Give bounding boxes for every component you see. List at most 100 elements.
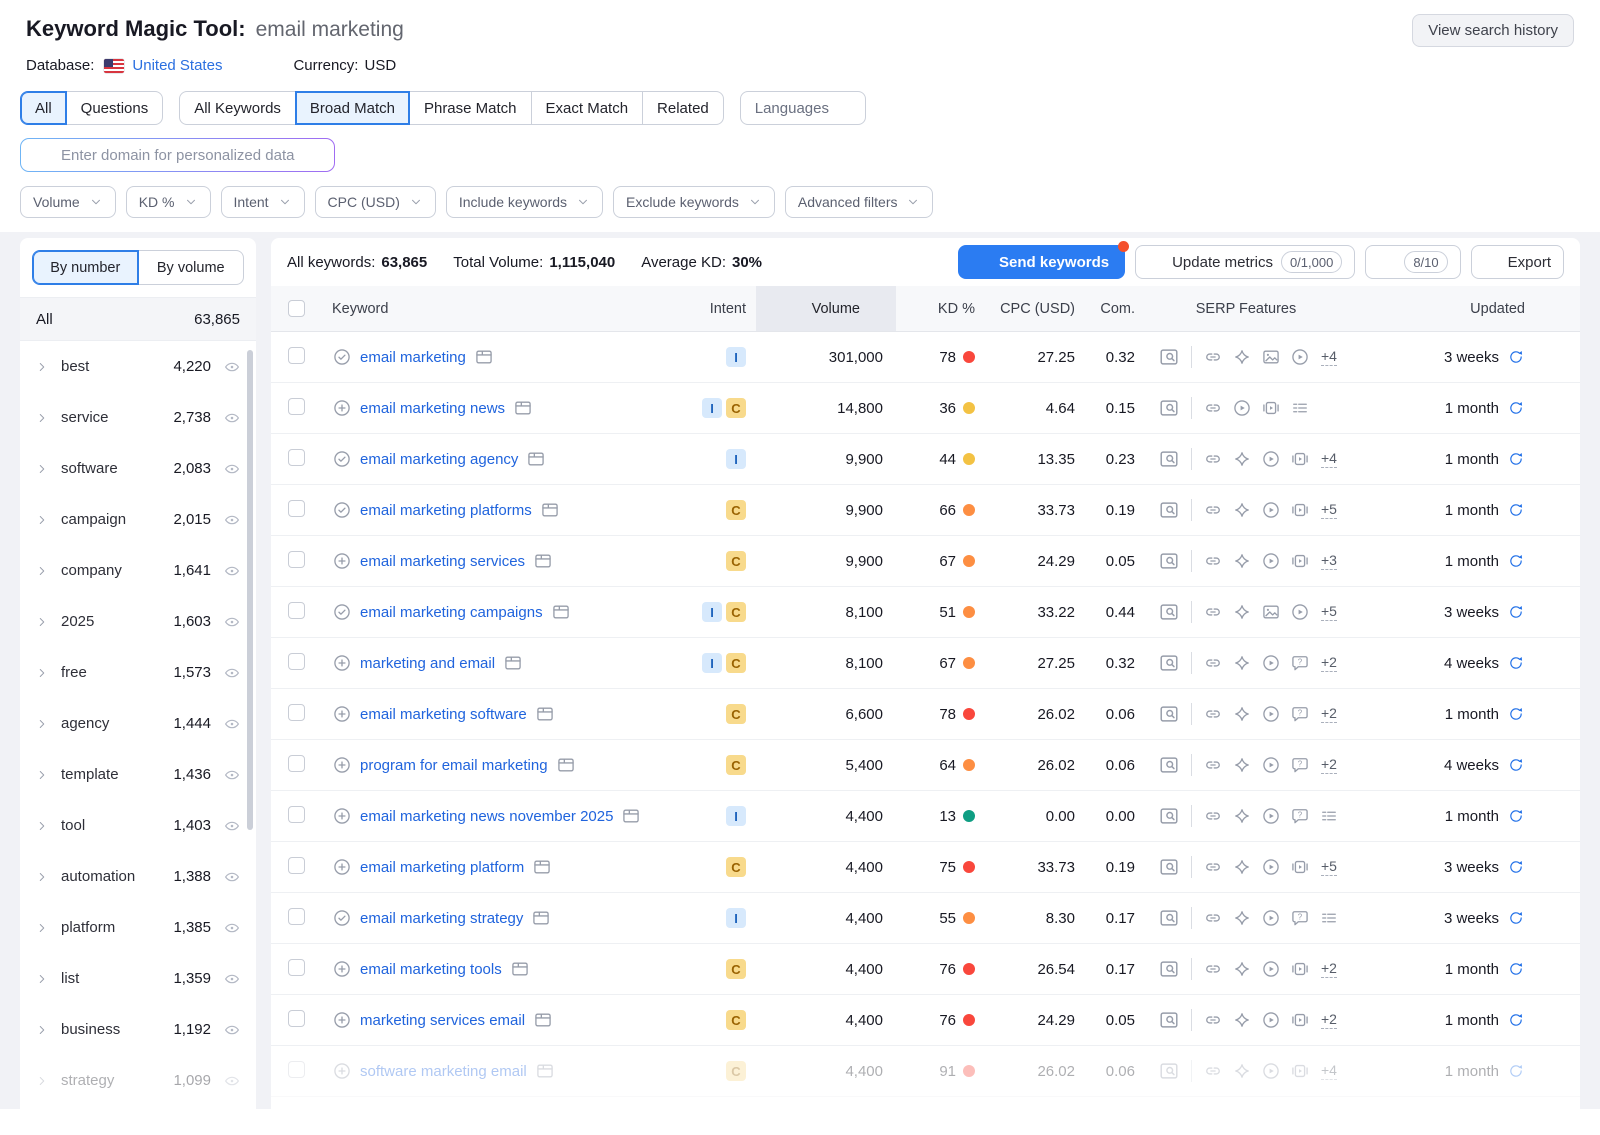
plus-circle-icon[interactable] bbox=[332, 959, 352, 979]
serp-preview-icon[interactable] bbox=[1158, 1060, 1180, 1082]
column-kd[interactable]: KD % bbox=[896, 286, 981, 331]
column-intent[interactable]: Intent bbox=[691, 286, 756, 331]
sidebar-scrollbar[interactable] bbox=[247, 350, 253, 830]
sidebar-item-list[interactable]: list 1,359 bbox=[20, 953, 256, 1004]
serp-more-link[interactable]: +5 bbox=[1321, 859, 1337, 876]
row-checkbox[interactable] bbox=[288, 1060, 305, 1078]
serp-preview-icon[interactable] bbox=[1158, 652, 1180, 674]
eye-icon[interactable] bbox=[223, 511, 241, 529]
keyword-link[interactable]: email marketing services bbox=[360, 553, 525, 570]
row-checkbox[interactable] bbox=[288, 1009, 305, 1027]
chevron-right-icon[interactable] bbox=[35, 360, 49, 374]
filter-volume[interactable]: Volume bbox=[20, 186, 116, 218]
chevron-right-icon[interactable] bbox=[35, 666, 49, 680]
keyword-link[interactable]: email marketing software bbox=[360, 706, 527, 723]
eye-icon[interactable] bbox=[223, 460, 241, 478]
refresh-icon[interactable] bbox=[1507, 1011, 1525, 1029]
keyword-link[interactable]: program for email marketing bbox=[360, 757, 548, 774]
plus-circle-icon[interactable] bbox=[332, 398, 352, 418]
refresh-icon[interactable] bbox=[1507, 909, 1525, 927]
window-icon[interactable] bbox=[533, 1010, 553, 1030]
refresh-icon[interactable] bbox=[1507, 1062, 1525, 1080]
serp-more-link[interactable]: +5 bbox=[1321, 502, 1337, 519]
check-circle-icon[interactable] bbox=[332, 500, 352, 520]
chevron-right-icon[interactable] bbox=[35, 921, 49, 935]
window-icon[interactable] bbox=[540, 500, 560, 520]
chevron-right-icon[interactable] bbox=[35, 564, 49, 578]
serp-preview-icon[interactable] bbox=[1158, 958, 1180, 980]
row-checkbox[interactable] bbox=[288, 754, 305, 772]
sidebar-item-template[interactable]: template 1,436 bbox=[20, 749, 256, 800]
serp-preview-icon[interactable] bbox=[1158, 907, 1180, 929]
sidebar-item-tool[interactable]: tool 1,403 bbox=[20, 800, 256, 851]
window-icon[interactable] bbox=[510, 959, 530, 979]
filter-kd[interactable]: KD % bbox=[125, 186, 211, 218]
row-checkbox[interactable] bbox=[288, 550, 305, 568]
keyword-link[interactable]: marketing services email bbox=[360, 1012, 525, 1029]
serp-preview-icon[interactable] bbox=[1158, 1009, 1180, 1031]
keyword-link[interactable]: email marketing agency bbox=[360, 451, 518, 468]
check-circle-icon[interactable] bbox=[332, 908, 352, 928]
eye-icon[interactable] bbox=[223, 715, 241, 733]
serp-more-link[interactable]: +4 bbox=[1321, 1063, 1337, 1080]
tab-all-keywords[interactable]: All Keywords bbox=[179, 91, 296, 125]
sidebar-toggle-by-volume[interactable]: By volume bbox=[137, 250, 244, 285]
sidebar-toggle-by-number[interactable]: By number bbox=[32, 250, 139, 285]
sidebar-item-strategy[interactable]: strategy 1,099 bbox=[20, 1055, 256, 1106]
eye-icon[interactable] bbox=[223, 817, 241, 835]
view-search-history-button[interactable]: View search history bbox=[1412, 14, 1574, 47]
export-button[interactable]: Export bbox=[1470, 245, 1564, 279]
sidebar-item-company[interactable]: company 1,641 bbox=[20, 545, 256, 596]
refresh-icon[interactable] bbox=[1507, 501, 1525, 519]
chevron-right-icon[interactable] bbox=[35, 717, 49, 731]
filter-include-keywords[interactable]: Include keywords bbox=[445, 186, 604, 218]
eye-icon[interactable] bbox=[223, 613, 241, 631]
serp-more-link[interactable]: +2 bbox=[1321, 757, 1337, 774]
window-icon[interactable] bbox=[526, 449, 546, 469]
serp-more-link[interactable]: +5 bbox=[1321, 604, 1337, 621]
database-select[interactable]: United States bbox=[132, 57, 241, 74]
eye-icon[interactable] bbox=[223, 868, 241, 886]
chevron-right-icon[interactable] bbox=[35, 819, 49, 833]
sidebar-item-agency[interactable]: agency 1,444 bbox=[20, 698, 256, 749]
eye-icon[interactable] bbox=[223, 409, 241, 427]
chevron-right-icon[interactable] bbox=[35, 615, 49, 629]
keyword-link[interactable]: email marketing bbox=[360, 349, 466, 366]
window-icon[interactable] bbox=[513, 398, 533, 418]
serp-preview-icon[interactable] bbox=[1158, 397, 1180, 419]
serp-more-link[interactable]: +3 bbox=[1321, 553, 1337, 570]
check-circle-icon[interactable] bbox=[332, 347, 352, 367]
window-icon[interactable] bbox=[474, 347, 494, 367]
window-icon[interactable] bbox=[535, 1061, 555, 1081]
column-keyword[interactable]: Keyword bbox=[326, 286, 691, 331]
chevron-right-icon[interactable] bbox=[35, 768, 49, 782]
plus-circle-icon[interactable] bbox=[332, 755, 352, 775]
sidebar-item-software[interactable]: software 2,083 bbox=[20, 443, 256, 494]
serp-preview-icon[interactable] bbox=[1158, 856, 1180, 878]
refresh-icon[interactable] bbox=[1507, 399, 1525, 417]
serp-preview-icon[interactable] bbox=[1158, 448, 1180, 470]
check-circle-icon[interactable] bbox=[332, 449, 352, 469]
keyword-link[interactable]: software marketing email bbox=[360, 1063, 527, 1080]
window-icon[interactable] bbox=[503, 653, 523, 673]
row-checkbox[interactable] bbox=[288, 346, 305, 364]
chevron-right-icon[interactable] bbox=[35, 462, 49, 476]
refresh-icon[interactable] bbox=[1507, 756, 1525, 774]
filter-cpc-usd[interactable]: CPC (USD) bbox=[314, 186, 436, 218]
serp-preview-icon[interactable] bbox=[1158, 499, 1180, 521]
eye-icon[interactable] bbox=[223, 919, 241, 937]
languages-dropdown[interactable]: Languages bbox=[739, 91, 866, 125]
tab-exact-match[interactable]: Exact Match bbox=[530, 91, 644, 125]
chevron-right-icon[interactable] bbox=[35, 1074, 49, 1088]
row-checkbox[interactable] bbox=[288, 805, 305, 823]
plus-circle-icon[interactable] bbox=[332, 1010, 352, 1030]
refresh-icon[interactable] bbox=[1507, 807, 1525, 825]
filter-intent[interactable]: Intent bbox=[220, 186, 305, 218]
row-checkbox[interactable] bbox=[288, 652, 305, 670]
serp-preview-icon[interactable] bbox=[1158, 805, 1180, 827]
serp-more-link[interactable]: +2 bbox=[1321, 961, 1337, 978]
serp-preview-icon[interactable] bbox=[1158, 346, 1180, 368]
chevron-right-icon[interactable] bbox=[35, 870, 49, 884]
window-icon[interactable] bbox=[533, 551, 553, 571]
eye-icon[interactable] bbox=[223, 664, 241, 682]
